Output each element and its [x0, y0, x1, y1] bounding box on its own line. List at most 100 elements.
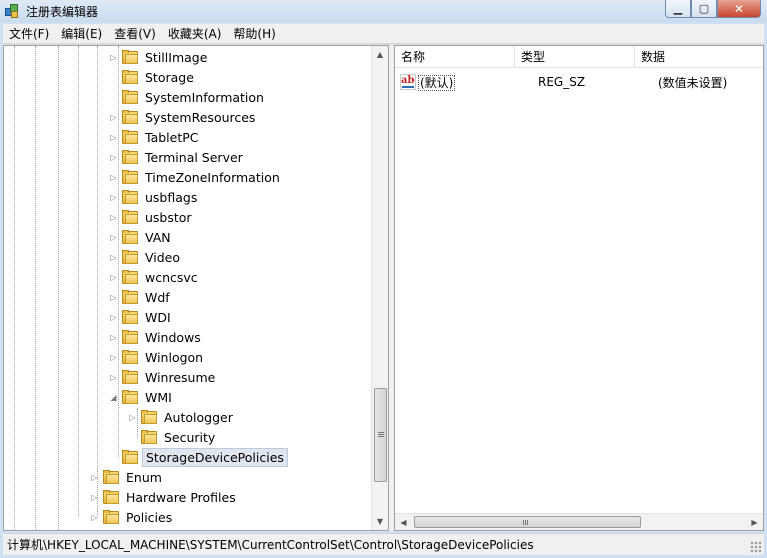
collapsed-arrow-icon[interactable]: ▷: [90, 493, 99, 502]
column-header-data[interactable]: 数据: [635, 46, 763, 68]
tree-node-label[interactable]: StorageDevicePolicies: [142, 447, 288, 467]
collapsed-arrow-icon[interactable]: ▷: [109, 313, 118, 322]
tree-node-label[interactable]: Winresume: [142, 369, 218, 386]
tree-node[interactable]: ▷ WDI: [109, 307, 174, 327]
collapsed-arrow-icon[interactable]: ▷: [109, 353, 118, 362]
menu-help[interactable]: 帮助(H): [227, 24, 281, 44]
tree-vertical-scrollbar[interactable]: ▲ ▼: [371, 46, 388, 530]
tree-node-label[interactable]: StillImage: [142, 49, 210, 66]
column-header-name[interactable]: 名称: [395, 46, 515, 68]
tree-node-label[interactable]: Autologger: [161, 409, 236, 426]
close-button[interactable]: ✕: [717, 0, 761, 18]
tree-node[interactable]: ▷ TimeZoneInformation: [109, 167, 283, 187]
tree-node[interactable]: ▷ Terminal Server: [109, 147, 246, 167]
tree-node[interactable]: ▷ wcncsvc: [109, 267, 201, 287]
collapsed-arrow-icon[interactable]: ▷: [109, 333, 118, 342]
menu-favorites[interactable]: 收藏夹(A): [162, 24, 228, 44]
collapsed-arrow-icon[interactable]: ▷: [90, 473, 99, 482]
tree-node[interactable]: ▷ Winresume: [109, 367, 218, 387]
folder-icon: [122, 70, 138, 84]
tree-node[interactable]: ▷ usbstor: [109, 207, 195, 227]
collapsed-arrow-icon[interactable]: ▷: [128, 413, 137, 422]
collapsed-arrow-icon[interactable]: ▷: [109, 233, 118, 242]
collapsed-arrow-icon[interactable]: ▷: [109, 273, 118, 282]
resize-grip-icon[interactable]: [750, 541, 762, 553]
collapsed-arrow-icon[interactable]: ▷: [109, 133, 118, 142]
collapsed-arrow-icon[interactable]: ▷: [109, 213, 118, 222]
tree-node-label[interactable]: Winlogon: [142, 349, 206, 366]
current-key-path: 计算机\HKEY_LOCAL_MACHINE\SYSTEM\CurrentCon…: [7, 538, 534, 552]
collapsed-arrow-icon[interactable]: ▷: [109, 153, 118, 162]
maximize-button[interactable]: ▢: [691, 0, 717, 18]
tree-node[interactable]: ▷ Windows: [109, 327, 204, 347]
tree-node[interactable]: StorageDevicePolicies: [109, 447, 288, 467]
tree-scroll-thumb[interactable]: [374, 388, 387, 482]
collapsed-arrow-icon[interactable]: ▷: [109, 173, 118, 182]
collapsed-arrow-icon[interactable]: ▷: [109, 113, 118, 122]
collapsed-arrow-icon[interactable]: ▷: [109, 53, 118, 62]
tree-node[interactable]: ▷ Video: [109, 247, 183, 267]
tree-node[interactable]: ▷ Hardware Profiles: [90, 487, 239, 507]
scroll-right-arrow-icon[interactable]: ▶: [746, 514, 763, 530]
menu-view[interactable]: 查看(V): [108, 24, 162, 44]
tree-node[interactable]: Storage: [109, 67, 197, 87]
tree-node[interactable]: ▷ VAN: [109, 227, 174, 247]
registry-tree-pane[interactable]: ▷ StillImage Storage SystemInformation ▷ Syst…: [3, 45, 389, 531]
collapsed-arrow-icon[interactable]: ▷: [109, 373, 118, 382]
collapsed-arrow-icon[interactable]: ▷: [90, 513, 99, 522]
tree-node[interactable]: ▷ Autologger: [128, 407, 236, 427]
collapsed-arrow-icon[interactable]: ▷: [109, 293, 118, 302]
tree-node[interactable]: ▷ TabletPC: [109, 127, 202, 147]
scroll-up-arrow-icon[interactable]: ▲: [372, 46, 388, 63]
tree-node-label[interactable]: SystemInformation: [142, 89, 267, 106]
tree-node-label[interactable]: Security: [161, 429, 218, 446]
tree-guide-line: [78, 46, 79, 516]
tree-node[interactable]: ▷ Winlogon: [109, 347, 206, 367]
tree-node[interactable]: ▷ SystemResources: [109, 107, 258, 127]
tree-node[interactable]: ▷ StillImage: [109, 47, 210, 67]
tree-node[interactable]: ▷ Policies: [90, 507, 175, 527]
list-horizontal-scrollbar[interactable]: ◀ ▶: [395, 513, 763, 530]
list-row[interactable]: ab (默认) REG_SZ (数值未设置): [395, 72, 763, 92]
tree-node-label[interactable]: TimeZoneInformation: [142, 169, 283, 186]
tree-node-label[interactable]: WMI: [142, 389, 175, 406]
tree-node-label[interactable]: WDI: [142, 309, 174, 326]
tree-node[interactable]: ▷ Wdf: [109, 287, 173, 307]
scroll-down-arrow-icon[interactable]: ▼: [372, 513, 388, 530]
folder-icon: [103, 490, 119, 504]
tree-node-label[interactable]: TabletPC: [142, 129, 202, 146]
expanded-arrow-icon[interactable]: ◢: [109, 393, 118, 402]
tree-node-label[interactable]: Wdf: [142, 289, 173, 306]
folder-icon: [122, 150, 138, 164]
tree-node-label[interactable]: usbflags: [142, 189, 200, 206]
tree-node-label[interactable]: Storage: [142, 69, 197, 86]
menu-file[interactable]: 文件(F): [3, 24, 55, 44]
folder-icon: [122, 370, 138, 384]
scroll-left-arrow-icon[interactable]: ◀: [395, 514, 412, 530]
tree-node-label[interactable]: Terminal Server: [142, 149, 246, 166]
menu-edit[interactable]: 编辑(E): [55, 24, 108, 44]
minimize-button[interactable]: ▁: [665, 0, 691, 18]
tree-node-label[interactable]: wcncsvc: [142, 269, 201, 286]
collapsed-arrow-icon[interactable]: ▷: [109, 193, 118, 202]
folder-icon: [122, 110, 138, 124]
tree-node-label[interactable]: SystemResources: [142, 109, 258, 126]
column-header-type[interactable]: 类型: [515, 46, 635, 68]
tree-node[interactable]: ▷ usbflags: [109, 187, 200, 207]
tree-node-label[interactable]: usbstor: [142, 209, 195, 226]
tree-node[interactable]: ▷ Enum: [90, 467, 165, 487]
tree-node-label[interactable]: Policies: [123, 509, 175, 526]
tree-node[interactable]: Security: [128, 427, 218, 447]
collapsed-arrow-icon[interactable]: ▷: [109, 253, 118, 262]
folder-icon: [122, 350, 138, 364]
title-bar: 注册表编辑器 ▁ ▢ ✕: [0, 0, 767, 22]
values-list-pane[interactable]: 名称 类型 数据 ab (默认) REG_SZ (数值未设置) ◀ ▶: [394, 45, 764, 531]
list-scroll-thumb[interactable]: [414, 516, 641, 528]
tree-node[interactable]: ◢ WMI: [109, 387, 175, 407]
tree-node-label[interactable]: Hardware Profiles: [123, 489, 239, 506]
tree-node[interactable]: SystemInformation: [109, 87, 267, 107]
tree-node-label[interactable]: Enum: [123, 469, 165, 486]
tree-node-label[interactable]: Windows: [142, 329, 204, 346]
tree-node-label[interactable]: Video: [142, 249, 183, 266]
tree-node-label[interactable]: VAN: [142, 229, 174, 246]
